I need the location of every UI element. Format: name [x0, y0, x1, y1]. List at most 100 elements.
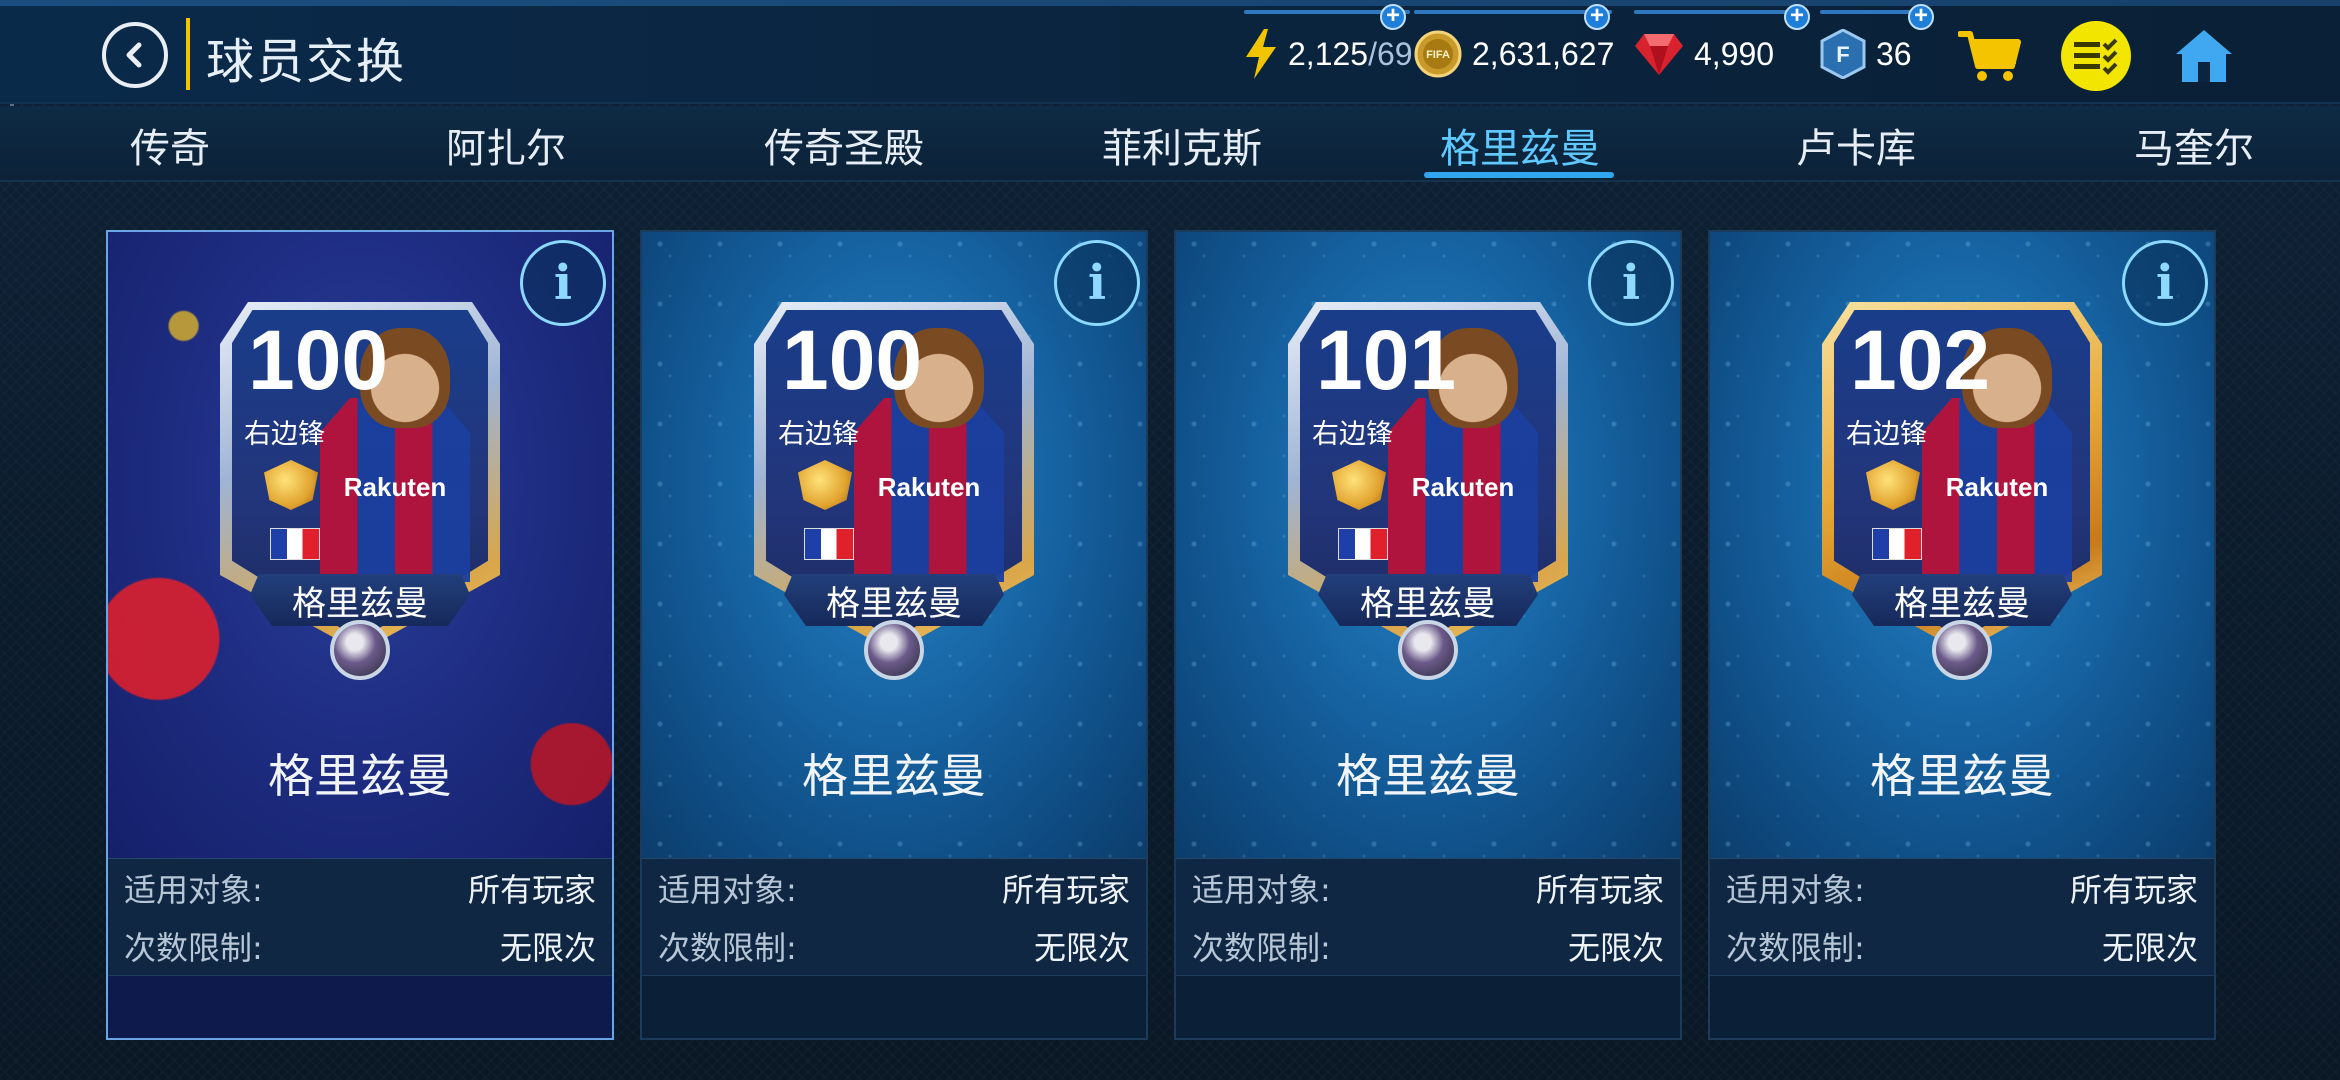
energy-value: 2,125 [1288, 35, 1369, 72]
limit-row: 次数限制: 无限次 [108, 917, 612, 975]
fifa-points-value: 36 [1876, 35, 1912, 72]
shopping-cart-icon [1958, 31, 2021, 81]
fifa-points-counter[interactable]: + F 36 [1820, 4, 1934, 82]
page-title: 球员交换 [206, 34, 407, 90]
active-tab-indicator [1424, 172, 1614, 178]
gems-value: 4,990 [1694, 35, 1775, 72]
player-nameplate: 格里兹曼 [784, 574, 1004, 626]
card-artwork: i Rakuten 100 右边锋 格里兹曼 格里兹曼 [108, 232, 612, 858]
tab-lukaku[interactable]: 卢卡库 [1796, 116, 1916, 174]
audience-row: 适用对象: 所有玩家 [1176, 859, 1680, 917]
svg-text:F: F [1836, 42, 1849, 67]
player-card: Rakuten 101 右边锋 格里兹曼 [1268, 302, 1588, 702]
france-flag-icon [1338, 528, 1388, 560]
tab-legends[interactable]: 传奇 [130, 116, 210, 174]
audience-label: 适用对象: [658, 871, 797, 909]
coins-counter[interactable]: + FIFA 2,631,627 [1414, 4, 1615, 82]
gem-icon [1635, 34, 1683, 75]
home-button[interactable] [2168, 20, 2240, 92]
add-fifa-points-button[interactable]: + [1908, 4, 1934, 30]
limit-row: 次数限制: 无限次 [1176, 917, 1680, 975]
tab-felix[interactable]: 菲利克斯 [1102, 116, 1262, 174]
info-icon: i [2155, 255, 2175, 311]
checklist-icon [2061, 21, 2131, 91]
exchange-card[interactable]: i Rakuten 100 右边锋 格里兹曼 格里兹曼 适用对象: 所有玩家 次… [640, 230, 1148, 1040]
exchange-card[interactable]: i Rakuten 100 右边锋 格里兹曼 格里兹曼 适用对象: 所有玩家 次… [106, 230, 614, 1040]
tab-griezmann[interactable]: 格里兹曼 [1440, 116, 1600, 174]
svg-text:FIFA: FIFA [1426, 49, 1450, 61]
exchange-card[interactable]: i Rakuten 102 右边锋 格里兹曼 格里兹曼 适用对象: 所有玩家 次… [1708, 230, 2216, 1040]
card-title: 格里兹曼 [268, 749, 452, 803]
tab-legend-hall[interactable]: 传奇圣殿 [764, 116, 924, 174]
info-button[interactable]: i [1588, 240, 1674, 326]
card-artwork: i Rakuten 100 右边锋 格里兹曼 格里兹曼 [642, 232, 1146, 858]
france-flag-icon [1872, 528, 1922, 560]
category-tabs: 传奇 阿扎尔 传奇圣殿 菲利克斯 格里兹曼 卢卡库 马奎尔 [0, 106, 2340, 182]
info-icon: i [1087, 255, 1107, 311]
limit-value: 无限次 [1567, 929, 1664, 967]
france-flag-icon [804, 528, 854, 560]
energy-counter[interactable]: + 2,125/69 [1244, 4, 1413, 82]
jersey-sponsor: Rakuten [877, 472, 981, 502]
energy-max: /69 [1368, 35, 1413, 72]
ball-icon [1932, 620, 1992, 680]
gems-counter[interactable]: + 4,990 [1634, 4, 1810, 82]
tab-maguire[interactable]: 马奎尔 [2134, 116, 2254, 174]
info-icon: i [553, 255, 573, 311]
card-title: 格里兹曼 [1870, 749, 2054, 803]
player-position: 右边锋 [244, 419, 325, 450]
back-arrow-icon [126, 42, 142, 68]
card-details: 适用对象: 所有玩家 次数限制: 无限次 [642, 858, 1146, 1038]
card-artwork: i Rakuten 101 右边锋 格里兹曼 格里兹曼 [1176, 232, 1680, 858]
player-card: Rakuten 100 右边锋 格里兹曼 [200, 302, 520, 702]
add-energy-button[interactable]: + [1380, 4, 1406, 30]
player-rating: 100 [782, 313, 923, 407]
fifa-coin-icon: FIFA [1414, 30, 1462, 78]
back-button[interactable] [102, 22, 168, 88]
coins-value: 2,631,627 [1472, 35, 1615, 72]
jersey-sponsor: Rakuten [343, 472, 447, 502]
tasks-button[interactable] [2060, 20, 2132, 92]
audience-label: 适用对象: [1726, 871, 1865, 909]
player-rating: 100 [248, 313, 389, 407]
add-gems-button[interactable]: + [1784, 4, 1810, 30]
tab-hazard[interactable]: 阿扎尔 [446, 116, 566, 174]
info-icon: i [1621, 255, 1641, 311]
audience-value: 所有玩家 [467, 871, 596, 909]
limit-label: 次数限制: [124, 929, 263, 967]
info-button[interactable]: i [1054, 240, 1140, 326]
ball-icon [864, 620, 924, 680]
add-coins-button[interactable]: + [1584, 4, 1610, 30]
ball-icon [1398, 620, 1458, 680]
player-card: Rakuten 100 右边锋 格里兹曼 [734, 302, 1054, 702]
store-button[interactable] [1954, 20, 2026, 92]
limit-row: 次数限制: 无限次 [642, 917, 1146, 975]
audience-row: 适用对象: 所有玩家 [642, 859, 1146, 917]
fifa-points-icon: F [1820, 29, 1866, 79]
audience-value: 所有玩家 [1001, 871, 1130, 909]
info-button[interactable]: i [520, 240, 606, 326]
jersey-sponsor: Rakuten [1945, 472, 2049, 502]
card-details: 适用对象: 所有玩家 次数限制: 无限次 [1710, 858, 2214, 1038]
limit-label: 次数限制: [1192, 929, 1331, 967]
limit-label: 次数限制: [658, 929, 797, 967]
player-card: Rakuten 102 右边锋 格里兹曼 [1802, 302, 2122, 702]
jersey-sponsor: Rakuten [1411, 472, 1515, 502]
card-artwork: i Rakuten 102 右边锋 格里兹曼 格里兹曼 [1710, 232, 2214, 858]
info-button[interactable]: i [2122, 240, 2208, 326]
audience-value: 所有玩家 [2069, 871, 2198, 909]
limit-row: 次数限制: 无限次 [1710, 917, 2214, 975]
limit-label: 次数限制: [1726, 929, 1865, 967]
limit-value: 无限次 [499, 929, 596, 967]
ball-icon [330, 620, 390, 680]
card-title: 格里兹曼 [802, 749, 986, 803]
card-details: 适用对象: 所有玩家 次数限制: 无限次 [1176, 858, 1680, 1038]
player-nameplate: 格里兹曼 [250, 574, 470, 626]
player-nameplate: 格里兹曼 [1852, 574, 2072, 626]
exchange-card[interactable]: i Rakuten 101 右边锋 格里兹曼 格里兹曼 适用对象: 所有玩家 次… [1174, 230, 1682, 1040]
title-separator [186, 18, 190, 90]
audience-value: 所有玩家 [1535, 871, 1664, 909]
france-flag-icon [270, 528, 320, 560]
top-bar: 球员交换 + 2,125/69 + FIFA 2,631,627 + 4,990 [0, 0, 2340, 104]
home-icon [2176, 30, 2232, 82]
